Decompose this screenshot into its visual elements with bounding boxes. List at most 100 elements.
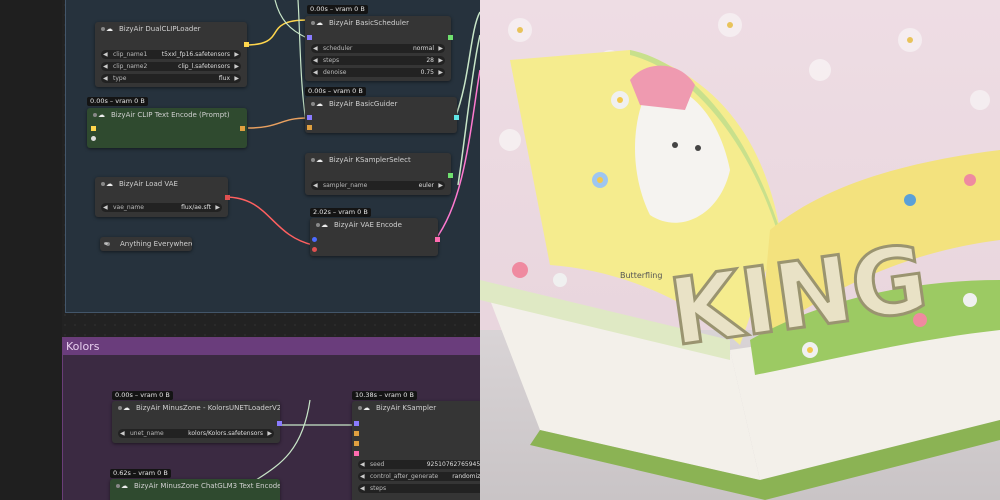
cloud-icon: ☁ (316, 19, 323, 27)
output-port-model[interactable] (277, 421, 282, 426)
arrow-left-icon[interactable]: ◀ (313, 181, 318, 190)
arrow-left-icon[interactable]: ◀ (120, 429, 125, 438)
output-port-conditioning[interactable] (240, 126, 245, 131)
book-illustration: Butterfling KING (480, 0, 1000, 500)
node-chatglm3-text-encode[interactable]: ☁ BizyAir MinusZone ChatGLM3 Text Encode (110, 479, 280, 500)
output-port-guider[interactable] (454, 115, 459, 120)
node-vae-encode[interactable]: ☁ BizyAir VAE Encode (310, 218, 440, 256)
widget-type[interactable]: ◀ type flux ▶ (101, 74, 241, 83)
arrow-left-icon[interactable]: ◀ (313, 68, 318, 77)
arrow-left-icon[interactable]: ◀ (103, 50, 108, 59)
node-title: BizyAir KSamplerSelect (329, 156, 411, 164)
node-ksampler-select[interactable]: ☁ BizyAir KSamplerSelect ◀ sampler_name eul… (305, 153, 453, 195)
arrow-right-icon[interactable]: ▶ (438, 68, 443, 77)
timing-badge: 0.00s – vram 0 B (305, 87, 366, 96)
node-basic-guider[interactable]: ☁ BizyAir BasicGuider (305, 97, 459, 133)
output-port-sampler[interactable] (448, 173, 453, 178)
input-port-clip[interactable] (91, 126, 96, 131)
node-title: BizyAir MinusZone ChatGLM3 Text Encode (134, 482, 280, 490)
cloud-icon: ☁ (106, 25, 113, 33)
node-title: BizyAir MinusZone - KolorsUNETLoaderV2 (136, 404, 280, 412)
cloud-icon: ☁ (123, 404, 130, 412)
output-port-vae[interactable] (225, 195, 230, 200)
widget-denoise[interactable]: ◀ denoise 0.75 ▶ (311, 68, 445, 77)
input-port-pixels[interactable] (312, 237, 317, 242)
arrow-left-icon[interactable]: ◀ (103, 74, 108, 83)
node-kolors-unet-loader[interactable]: ☁ BizyAir MinusZone - KolorsUNETLoaderV2 … (112, 401, 282, 443)
input-port-negative[interactable] (354, 441, 359, 446)
widget-sampler-name[interactable]: ◀ sampler_name euler ▶ (311, 181, 445, 190)
node-title: BizyAir BasicScheduler (329, 19, 409, 27)
link-vae-in (224, 196, 314, 246)
input-port-model[interactable] (307, 35, 312, 40)
cloud-icon: ☁ (121, 482, 128, 490)
input-port-model[interactable] (307, 115, 312, 120)
input-port-latent[interactable] (354, 451, 359, 456)
arrow-left-icon[interactable]: ◀ (313, 44, 318, 53)
widget-clip-name2[interactable]: ◀ clip_name2 clip_l.safetensors ▶ (101, 62, 241, 71)
link-guider (454, 11, 480, 119)
cloud-icon: ☁ (106, 180, 113, 188)
arrow-left-icon[interactable]: ◀ (103, 62, 108, 71)
widget-scheduler[interactable]: ◀ scheduler normal ▶ (311, 44, 445, 53)
timing-badge: 0.62s – vram 0 B (110, 469, 171, 478)
node-title: BizyAir KSampler (376, 404, 437, 412)
node-title: BizyAir Load VAE (119, 180, 178, 188)
book-caption: Butterfling (620, 271, 662, 280)
node-anything-everywhere[interactable]: ⚭ Anything Everywhere (100, 237, 192, 251)
widget-steps[interactable]: ◀ steps (358, 484, 480, 493)
arrow-right-icon[interactable]: ▶ (438, 56, 443, 65)
arrow-left-icon[interactable]: ◀ (103, 203, 108, 212)
widget-control-after-generate[interactable]: ◀control_after_generaterandomize (358, 472, 480, 481)
generated-image-preview: Butterfling KING (480, 0, 1000, 500)
arrow-left-icon[interactable]: ◀ (360, 460, 365, 469)
link-conditioning (247, 117, 308, 129)
cloud-icon: ☁ (363, 404, 370, 412)
arrow-right-icon[interactable]: ▶ (215, 203, 220, 212)
timing-badge: 10.38s – vram 0 B (352, 391, 417, 400)
arrow-left-icon[interactable]: ◀ (313, 56, 318, 65)
input-port-vae[interactable] (312, 247, 317, 252)
node-graph-canvas[interactable]: Kolors 0.00s – vram 0 B ☁ BizyAir DualCLI… (0, 0, 480, 500)
timing-badge: 0.00s – vram 0 B (112, 391, 173, 400)
cloud-icon: ☁ (98, 111, 105, 119)
cloud-icon: ☁ (316, 100, 323, 108)
node-title: BizyAir CLIP Text Encode (Prompt) (111, 111, 230, 119)
node-dualcliploader[interactable]: ☁ BizyAir DualCLIPLoader ◀ clip_name1 t5xxl… (95, 22, 249, 87)
input-port-text[interactable] (91, 136, 96, 141)
widget-vae-name[interactable]: ◀ vae_name flux/ae.sft ▶ (101, 203, 222, 212)
link-icon: ⚭ (103, 240, 109, 248)
widget-clip-name1[interactable]: ◀ clip_name1 t5xxl_fp16.safetensors ▶ (101, 50, 241, 59)
input-port-model[interactable] (354, 421, 359, 426)
timing-badge: 0.00s – vram 0 B (307, 5, 368, 14)
timing-badge: 0.00s – vram 0 B (87, 97, 148, 106)
arrow-right-icon[interactable]: ▶ (234, 50, 239, 59)
node-clip-text-encode[interactable]: ☁ BizyAir CLIP Text Encode (Prompt) (87, 108, 247, 148)
arrow-left-icon[interactable]: ◀ (360, 472, 365, 481)
widget-unet-name[interactable]: ◀ unet_name kolors/Kolors.safetensors ▶ (118, 429, 274, 438)
node-title: BizyAir BasicGuider (329, 100, 398, 108)
cloud-icon: ☁ (321, 221, 328, 229)
cloud-icon: ☁ (316, 156, 323, 164)
arrow-right-icon[interactable]: ▶ (438, 181, 443, 190)
input-port-conditioning[interactable] (307, 125, 312, 130)
input-port-positive[interactable] (354, 431, 359, 436)
arrow-right-icon[interactable]: ▶ (267, 429, 272, 438)
arrow-right-icon[interactable]: ▶ (438, 44, 443, 53)
timing-badge: 2.02s – vram 0 B (310, 208, 371, 217)
node-load-vae[interactable]: ☁ BizyAir Load VAE ◀ vae_name flux/ae.sft ▶ (95, 177, 230, 217)
arrow-right-icon[interactable]: ▶ (234, 74, 239, 83)
arrow-right-icon[interactable]: ▶ (234, 62, 239, 71)
widget-seed[interactable]: ◀ seed 925107627659457 (358, 460, 480, 469)
node-ksampler[interactable]: ☁ BizyAir KSampler ◀ seed 925107627659457 ◀… (352, 401, 480, 500)
node-title: BizyAir DualCLIPLoader (119, 25, 201, 33)
node-title: BizyAir VAE Encode (334, 221, 402, 229)
arrow-left-icon[interactable]: ◀ (360, 484, 365, 493)
output-port-latent[interactable] (435, 237, 440, 242)
node-title: Anything Everywhere (120, 240, 192, 248)
output-port-sigmas[interactable] (448, 35, 453, 40)
link-sigmas (274, 0, 308, 39)
widget-steps[interactable]: ◀ steps 28 ▶ (311, 56, 445, 65)
output-port[interactable] (244, 42, 249, 47)
node-basic-scheduler[interactable]: ☁ BizyAir BasicScheduler ◀ scheduler normal… (305, 16, 453, 81)
